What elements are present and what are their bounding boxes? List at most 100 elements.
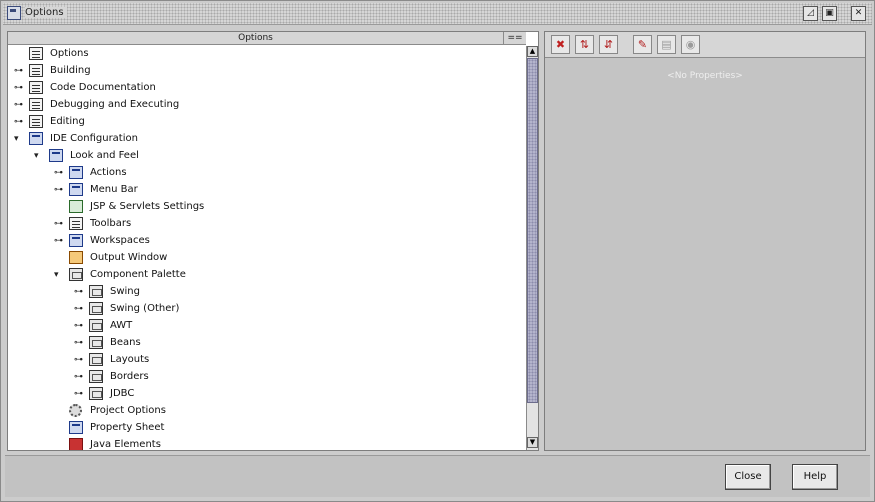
customize-icon[interactable]: ◉ bbox=[681, 35, 700, 54]
expand-icon[interactable]: ⊶ bbox=[54, 185, 67, 195]
collapse-icon[interactable]: ▾ bbox=[14, 134, 27, 144]
expand-icon[interactable]: ⊶ bbox=[54, 219, 67, 229]
tree-item[interactable]: ▾ Look and Feel bbox=[8, 148, 504, 165]
tree-item[interactable]: ⊶ JDBC bbox=[8, 386, 504, 403]
tree-item[interactable]: ⊶ Code Documentation bbox=[8, 80, 504, 97]
expand-icon[interactable]: ⊶ bbox=[54, 236, 67, 246]
blue-folder-icon bbox=[29, 132, 43, 145]
expand-icon[interactable]: ⊶ bbox=[74, 372, 87, 382]
collapse-icon[interactable]: ▾ bbox=[54, 270, 67, 280]
tree-item[interactable]: ⊶ Beans bbox=[8, 335, 504, 352]
title-bar[interactable]: Options ◿ ▣ ✕ bbox=[3, 3, 872, 25]
tree-item-label: Editing bbox=[50, 116, 85, 127]
palette-icon bbox=[69, 268, 83, 281]
tree-item-label: Code Documentation bbox=[50, 82, 156, 93]
tree-item[interactable]: ⊶ Menu Bar bbox=[8, 182, 504, 199]
tree-item[interactable]: ⊶ Actions bbox=[8, 165, 504, 182]
restore-icon[interactable]: ▣ bbox=[822, 6, 837, 21]
java-elements-icon bbox=[69, 438, 83, 450]
scroll-down-icon[interactable]: ▼ bbox=[527, 437, 538, 448]
tree-item[interactable]: ⊶ Building bbox=[8, 63, 504, 80]
tree-item[interactable]: Options bbox=[8, 46, 504, 63]
expand-icon[interactable]: ⊶ bbox=[74, 338, 87, 348]
expand-icon[interactable]: ⊶ bbox=[14, 117, 27, 127]
tree-item[interactable]: ⊶ Swing (Other) bbox=[8, 301, 504, 318]
close-icon[interactable]: ✕ bbox=[851, 6, 866, 21]
palette-icon bbox=[89, 353, 103, 366]
folder-icon bbox=[29, 64, 43, 77]
tree-item[interactable]: Property Sheet bbox=[8, 420, 504, 437]
expand-icon[interactable]: ⊶ bbox=[14, 100, 27, 110]
tree-item-label: IDE Configuration bbox=[50, 133, 138, 144]
expand-icon[interactable]: ⊶ bbox=[74, 287, 87, 297]
tree-item-label: Workspaces bbox=[90, 235, 150, 246]
palette-icon bbox=[89, 387, 103, 400]
tree-item[interactable]: Java Elements bbox=[8, 437, 504, 450]
expand-icon[interactable]: ⊶ bbox=[74, 321, 87, 331]
options-tree[interactable]: Options ⊶ Building ⊶ Code Documentation ⊶ Debu… bbox=[8, 46, 504, 450]
property-sheet-icon[interactable]: ▤ bbox=[657, 35, 676, 54]
expand-icon[interactable]: ⊶ bbox=[74, 355, 87, 365]
scroll-up-icon[interactable]: ▲ bbox=[527, 46, 538, 57]
folder-icon bbox=[29, 47, 43, 60]
options-tree-panel: Options == Options ⊶ Building ⊶ Code Documen… bbox=[7, 31, 539, 451]
no-properties-label: <No Properties> bbox=[667, 71, 743, 81]
button-bar: Close Help bbox=[5, 455, 870, 497]
palette-icon bbox=[89, 302, 103, 315]
tree-item[interactable]: JSP & Servlets Settings bbox=[8, 199, 504, 216]
tree-item[interactable]: ⊶ Editing bbox=[8, 114, 504, 131]
palette-icon bbox=[89, 319, 103, 332]
expand-icon[interactable]: ⊶ bbox=[74, 389, 87, 399]
property-toolbar: ✖ ⇅ ⇵ ✎ ▤ ◉ bbox=[545, 32, 865, 58]
expand-icon[interactable]: ⊶ bbox=[14, 66, 27, 76]
options-column-header[interactable]: Options bbox=[8, 32, 504, 45]
folder-icon bbox=[29, 115, 43, 128]
maximize-icon[interactable]: ◿ bbox=[803, 6, 818, 21]
actions-icon bbox=[69, 166, 83, 179]
tree-item-label: Property Sheet bbox=[90, 422, 165, 433]
show-editable-icon[interactable]: ✎ bbox=[633, 35, 652, 54]
workspaces-icon bbox=[69, 234, 83, 247]
unsorted-icon[interactable]: ✖ bbox=[551, 35, 570, 54]
tree-item[interactable]: ⊶ Borders bbox=[8, 369, 504, 386]
tree-item[interactable]: ⊶ Layouts bbox=[8, 352, 504, 369]
blue-folder-icon bbox=[49, 149, 63, 162]
tree-item[interactable]: Output Window bbox=[8, 250, 504, 267]
sort-by-name-icon[interactable]: ⇅ bbox=[575, 35, 594, 54]
tree-item[interactable]: ⊶ Debugging and Executing bbox=[8, 97, 504, 114]
collapse-icon[interactable]: ▾ bbox=[34, 151, 47, 161]
window-icon bbox=[7, 6, 21, 20]
property-sheet-panel: ✖ ⇅ ⇵ ✎ ▤ ◉ <No Properties> bbox=[544, 31, 866, 451]
tree-item-label: Output Window bbox=[90, 252, 168, 263]
tree-item[interactable]: ⊶ Swing bbox=[8, 284, 504, 301]
window-title: Options bbox=[25, 7, 67, 18]
tree-item-label: Beans bbox=[110, 337, 141, 348]
help-button[interactable]: Help bbox=[792, 464, 838, 490]
output-window-icon bbox=[69, 251, 83, 264]
expand-icon[interactable]: ⊶ bbox=[54, 168, 67, 178]
folder-icon bbox=[29, 98, 43, 111]
tree-item-label: JSP & Servlets Settings bbox=[90, 201, 205, 212]
close-button[interactable]: Close bbox=[725, 464, 771, 490]
sort-by-type-icon[interactable]: ⇵ bbox=[599, 35, 618, 54]
tree-item-label: Toolbars bbox=[90, 218, 132, 229]
expand-icon[interactable]: ⊶ bbox=[14, 83, 27, 93]
tree-item[interactable]: Project Options bbox=[8, 403, 504, 420]
tree-item[interactable]: ▾ Component Palette bbox=[8, 267, 504, 284]
tree-item-label: Actions bbox=[90, 167, 127, 178]
project-options-icon bbox=[69, 404, 82, 417]
tree-item-label: AWT bbox=[110, 320, 133, 331]
property-sheet: <No Properties> bbox=[545, 58, 865, 450]
tree-item[interactable]: ⊶ Toolbars bbox=[8, 216, 504, 233]
tree-item[interactable]: ▾ IDE Configuration bbox=[8, 131, 504, 148]
property-sheet-icon bbox=[69, 421, 83, 434]
tree-item-label: Project Options bbox=[90, 405, 166, 416]
tree-scrollbar[interactable]: ▲ ▼ bbox=[526, 46, 538, 450]
tree-item[interactable]: ⊶ Workspaces bbox=[8, 233, 504, 250]
extended-column-header[interactable]: == bbox=[504, 32, 526, 45]
menubar-icon bbox=[69, 183, 83, 196]
expand-icon[interactable]: ⊶ bbox=[74, 304, 87, 314]
tree-item-label: Layouts bbox=[110, 354, 150, 365]
scroll-thumb[interactable] bbox=[527, 58, 538, 403]
tree-item[interactable]: ⊶ AWT bbox=[8, 318, 504, 335]
